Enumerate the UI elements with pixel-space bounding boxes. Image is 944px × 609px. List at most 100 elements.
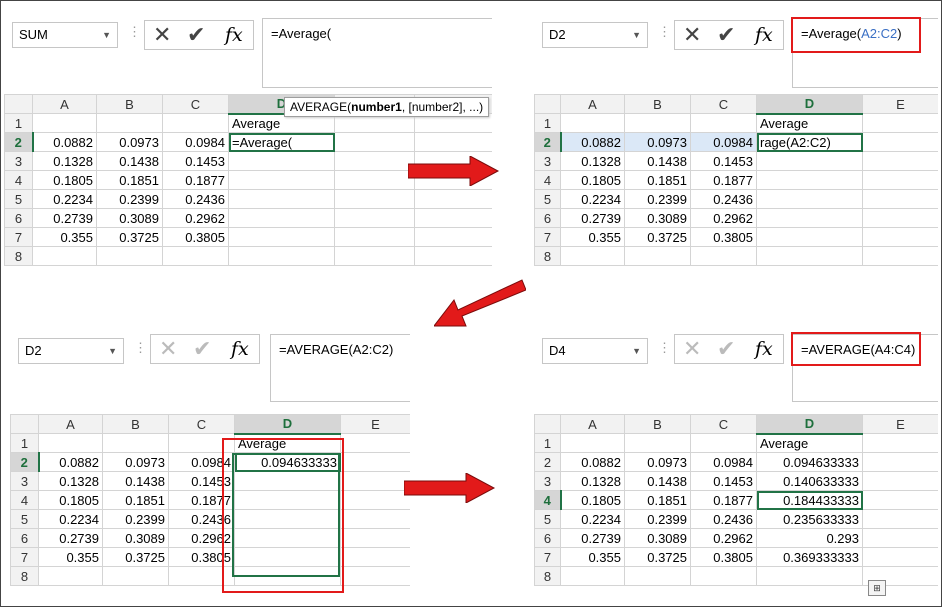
- cell[interactable]: 0.355: [560, 547, 625, 567]
- cell[interactable]: [340, 528, 410, 548]
- cell[interactable]: 0.2436: [162, 189, 229, 209]
- row-header[interactable]: 7: [534, 547, 561, 567]
- cell[interactable]: 0.3805: [162, 227, 229, 247]
- cell[interactable]: [414, 246, 492, 266]
- column-header-e[interactable]: E: [862, 94, 938, 114]
- cell[interactable]: [96, 246, 163, 266]
- cell[interactable]: [228, 151, 335, 171]
- cell[interactable]: 0.0973: [624, 132, 691, 152]
- cell[interactable]: 0.1328: [560, 471, 625, 491]
- cancel-icon[interactable]: ✕: [159, 336, 177, 362]
- cell[interactable]: [624, 433, 691, 453]
- cell[interactable]: 0.293: [756, 528, 863, 548]
- cell[interactable]: 0.1805: [38, 490, 103, 510]
- cell[interactable]: [560, 113, 625, 133]
- cell[interactable]: [862, 490, 938, 510]
- cell[interactable]: 0.1453: [162, 151, 229, 171]
- column-header-a[interactable]: A: [38, 414, 103, 434]
- cell[interactable]: [334, 189, 415, 209]
- cell[interactable]: 0.0882: [32, 132, 97, 152]
- column-header-b[interactable]: B: [624, 94, 691, 114]
- row-header[interactable]: 4: [534, 490, 562, 510]
- cell[interactable]: [228, 246, 335, 266]
- cell[interactable]: [862, 170, 938, 190]
- chevron-down-icon[interactable]: ▼: [102, 23, 111, 47]
- cell[interactable]: [414, 189, 492, 209]
- cell[interactable]: 0.0882: [38, 452, 103, 472]
- row-header[interactable]: 8: [534, 566, 561, 586]
- chevron-down-icon[interactable]: ▼: [108, 339, 117, 363]
- cell[interactable]: [690, 246, 757, 266]
- enter-icon[interactable]: ✔: [717, 336, 735, 362]
- cell[interactable]: 0.355: [560, 227, 625, 247]
- cell[interactable]: 0.3089: [624, 208, 691, 228]
- cell[interactable]: 0.1438: [624, 471, 691, 491]
- column-header-d[interactable]: D: [756, 94, 863, 115]
- cell[interactable]: [334, 151, 415, 171]
- cell[interactable]: 0.1851: [624, 490, 691, 510]
- cell[interactable]: [756, 170, 863, 190]
- column-header-e[interactable]: E: [862, 414, 938, 434]
- cell[interactable]: 0.1328: [38, 471, 103, 491]
- row-header[interactable]: 2: [4, 132, 34, 152]
- cell[interactable]: 0.0973: [96, 132, 163, 152]
- row-header[interactable]: 7: [4, 227, 33, 247]
- cell[interactable]: [340, 433, 410, 453]
- row-header[interactable]: 4: [534, 170, 561, 190]
- chevron-down-icon[interactable]: ▼: [632, 23, 641, 47]
- cell[interactable]: 0.355: [38, 547, 103, 567]
- row-header[interactable]: 5: [534, 509, 561, 529]
- cell[interactable]: [560, 433, 625, 453]
- row-header[interactable]: 8: [10, 566, 39, 586]
- cell[interactable]: [690, 113, 757, 133]
- cell[interactable]: [862, 246, 938, 266]
- active-cell-d2[interactable]: =Average(: [228, 132, 335, 152]
- row-header[interactable]: 1: [4, 113, 33, 133]
- cell[interactable]: [340, 509, 410, 529]
- row-header[interactable]: 2: [534, 132, 562, 152]
- cell[interactable]: [756, 151, 863, 171]
- insert-function-icon[interactable]: fx: [755, 336, 773, 362]
- cell[interactable]: 0.0973: [624, 452, 691, 472]
- cell[interactable]: 0.1805: [560, 490, 625, 510]
- row-header[interactable]: 6: [534, 208, 561, 228]
- cell[interactable]: [228, 189, 335, 209]
- row-header[interactable]: 5: [534, 189, 561, 209]
- cell[interactable]: [414, 132, 492, 152]
- cell[interactable]: 0.2234: [560, 509, 625, 529]
- select-all-corner[interactable]: [4, 94, 33, 114]
- cell[interactable]: [334, 227, 415, 247]
- formula-input[interactable]: =AVERAGE(A2:C2): [270, 334, 410, 402]
- cell[interactable]: [624, 246, 691, 266]
- cell[interactable]: 0.1877: [690, 170, 757, 190]
- row-header[interactable]: 4: [4, 170, 33, 190]
- cell[interactable]: 0.235633333: [756, 509, 863, 529]
- row-header[interactable]: 1: [10, 433, 39, 453]
- row-header[interactable]: 5: [10, 509, 39, 529]
- name-box[interactable]: SUM ▼: [12, 22, 118, 48]
- cancel-icon[interactable]: ✕: [683, 336, 701, 362]
- cell[interactable]: [862, 132, 938, 152]
- name-box[interactable]: D2 ▼: [542, 22, 648, 48]
- enter-icon[interactable]: ✔: [187, 22, 205, 48]
- cell[interactable]: [334, 246, 415, 266]
- cell[interactable]: 0.3805: [690, 227, 757, 247]
- select-all-corner[interactable]: [10, 414, 39, 434]
- cell[interactable]: [162, 246, 229, 266]
- cell[interactable]: 0.1851: [102, 490, 169, 510]
- cell[interactable]: 0.1805: [560, 170, 625, 190]
- cell[interactable]: 0.3089: [102, 528, 169, 548]
- cell[interactable]: [862, 113, 938, 133]
- cell[interactable]: [228, 227, 335, 247]
- row-header[interactable]: 6: [534, 528, 561, 548]
- cell[interactable]: [862, 151, 938, 171]
- cell-d1[interactable]: Average: [756, 433, 863, 453]
- cell-d1[interactable]: Average: [756, 113, 863, 133]
- cell[interactable]: 0.3725: [624, 227, 691, 247]
- cell[interactable]: 0.2739: [38, 528, 103, 548]
- column-header-b[interactable]: B: [96, 94, 163, 114]
- insert-function-icon[interactable]: fx: [225, 22, 243, 48]
- cell[interactable]: [340, 452, 410, 472]
- cell[interactable]: [862, 433, 938, 453]
- column-header-c[interactable]: C: [162, 94, 229, 114]
